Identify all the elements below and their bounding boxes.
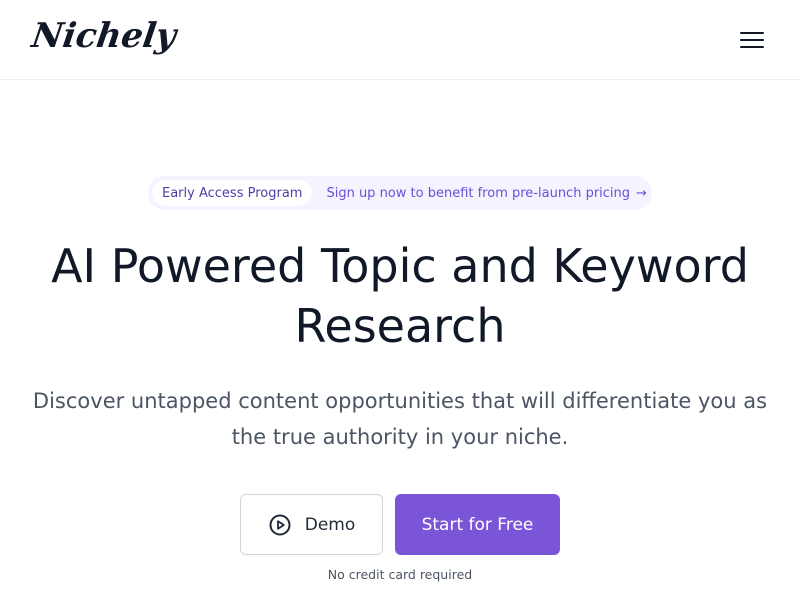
early-access-badge: Early Access Program	[152, 180, 313, 206]
demo-button[interactable]: Demo	[240, 494, 383, 555]
early-access-announcement[interactable]: Early Access Program Sign up now to bene…	[148, 176, 652, 210]
pre-launch-pricing-link[interactable]: Sign up now to benefit from pre-launch p…	[326, 186, 646, 201]
site-header: Nichely	[0, 0, 800, 80]
menu-bar	[740, 39, 764, 41]
play-circle-icon	[269, 514, 291, 535]
demo-button-label: Demo	[304, 514, 356, 535]
hero-subtitle: Discover untapped content opportunities …	[32, 389, 768, 449]
no-credit-card-note: No credit card required	[327, 567, 473, 582]
hero-title: AI Powered Topic and Keyword Research	[51, 239, 749, 353]
menu-bar	[740, 46, 764, 48]
start-for-free-button[interactable]: Start for Free	[395, 494, 560, 555]
hamburger-menu-icon[interactable]	[738, 30, 766, 52]
nichely-logo[interactable]: Nichely	[29, 14, 179, 58]
start-for-free-label: Start for Free	[421, 514, 534, 535]
menu-bar	[740, 32, 764, 34]
arrow-right-icon: →	[636, 185, 647, 201]
pre-launch-pricing-text: Sign up now to benefit from pre-launch p…	[326, 185, 631, 201]
